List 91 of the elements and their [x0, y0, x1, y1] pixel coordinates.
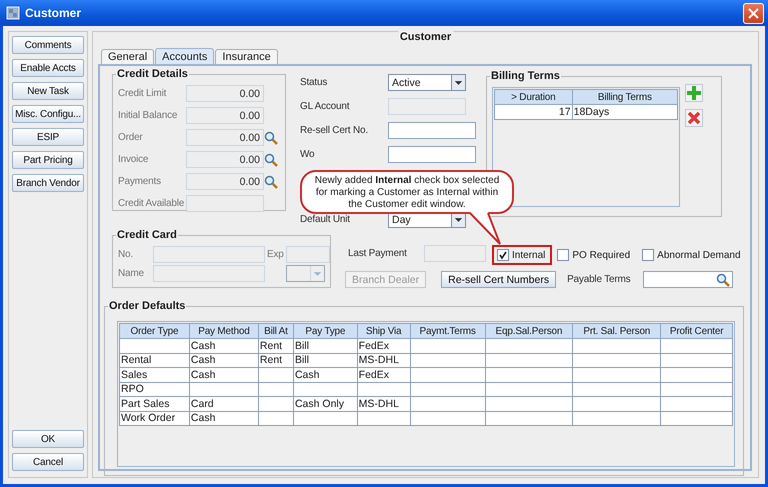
close-button[interactable]	[743, 2, 764, 24]
side-button[interactable]: New Task	[12, 82, 84, 100]
tab[interactable]: General	[101, 49, 154, 64]
table-cell: RPO	[120, 382, 190, 396]
window-title: Customer	[25, 6, 82, 20]
checkbox[interactable]: PO Required	[552, 245, 638, 265]
table-cell: MS-DHL	[357, 396, 410, 411]
field-label: Exp	[267, 249, 285, 260]
table-cell: Cash	[189, 368, 258, 382]
table-cell: Work Order	[120, 411, 190, 426]
field-label: Wo	[300, 149, 316, 160]
action-button[interactable]: Re-sell Cert Numbers	[441, 271, 556, 288]
field-label: GL Account	[300, 101, 350, 112]
field-label: Last Payment	[348, 248, 408, 259]
table-cell: Cash	[189, 411, 258, 426]
table-cell: Sales	[120, 368, 190, 382]
table-cell: Cash	[189, 338, 258, 353]
amount-field: 0.00	[186, 151, 264, 168]
table-cell: FedEx	[357, 338, 410, 353]
table-cell: FedEx	[357, 368, 410, 382]
column-header[interactable]: Profit Center	[660, 324, 732, 338]
amount-field: 0.00	[186, 173, 264, 190]
amount-field: 0.00	[186, 107, 264, 124]
dropdown-arrow-icon	[310, 266, 324, 281]
column-header[interactable]: Bill At	[258, 324, 294, 338]
field-label: Order	[118, 132, 144, 143]
delete-icon[interactable]	[685, 109, 703, 127]
text-field[interactable]	[388, 146, 476, 163]
search-icon[interactable]	[264, 152, 278, 166]
table-cell: Card	[189, 396, 258, 411]
group-title: Credit Card	[116, 229, 178, 241]
dropdown[interactable]: Active	[388, 74, 466, 91]
field-label: Payments	[118, 176, 162, 187]
dialog-button[interactable]: OK	[12, 430, 84, 448]
field-label: Payable Terms	[567, 274, 632, 285]
group-title: Order Defaults	[108, 300, 186, 312]
table-cell: Cash	[293, 368, 358, 382]
field-label: Invoice	[118, 154, 150, 165]
field-label: Default Unit	[300, 214, 351, 225]
tab[interactable]: Accounts	[155, 48, 214, 64]
column-header[interactable]: Billing Terms	[572, 90, 678, 104]
column-header[interactable]: Order Type	[120, 324, 190, 338]
field-label: Credit Limit	[118, 88, 168, 99]
table-cell: MS-DHL	[357, 353, 410, 368]
amount-field: 0.00	[186, 129, 264, 146]
side-button[interactable]: Enable Accts	[12, 59, 84, 77]
column-header[interactable]: Pay Method	[189, 324, 258, 338]
column-header[interactable]: Prt. Sal. Person	[572, 324, 661, 338]
search-icon[interactable]	[264, 174, 278, 188]
search-icon[interactable]	[716, 273, 730, 287]
group-title: Billing Terms	[490, 70, 561, 82]
amount-field: 0.00	[186, 85, 264, 102]
table-cell: Cash	[189, 353, 258, 368]
side-button[interactable]: ESIP	[12, 128, 84, 146]
table-cell: Rent	[258, 338, 294, 353]
field-label: Credit Available	[118, 198, 186, 209]
table-cell: Bill	[293, 353, 358, 368]
search-icon[interactable]	[264, 130, 278, 144]
text-field[interactable]	[388, 122, 476, 139]
field-label: Initial Balance	[118, 110, 178, 121]
table-cell: 18Days	[572, 104, 678, 119]
table-cell: Cash Only	[293, 396, 358, 411]
app-icon	[6, 6, 20, 20]
close-icon[interactable]	[748, 8, 759, 18]
column-header[interactable]: Eqp.Sal.Person	[485, 324, 573, 338]
field-label: Status	[300, 77, 328, 88]
table-cell: Rental	[120, 353, 190, 368]
checkbox[interactable]: Abnormal Demand	[637, 245, 748, 265]
checkmark-icon	[498, 250, 508, 260]
column-header[interactable]: Pay Type	[293, 324, 358, 338]
lookup-field[interactable]	[643, 271, 734, 288]
tab[interactable]: Insurance	[215, 49, 278, 64]
field-label: Re-sell Cert No.	[300, 125, 369, 136]
add-icon[interactable]	[685, 84, 703, 102]
column-header[interactable]: Ship Via	[357, 324, 410, 338]
side-button[interactable]: Comments	[12, 36, 84, 54]
field-label: No.	[118, 249, 134, 260]
table-cell: Bill	[293, 338, 358, 353]
side-button[interactable]: Misc. Configu...	[12, 105, 84, 123]
panel-title: Customer	[398, 31, 454, 43]
field-label: Name	[118, 268, 145, 279]
column-header[interactable]: > Duration	[494, 90, 572, 104]
table-cell: Rent	[258, 353, 294, 368]
side-button[interactable]: Branch Vendor	[12, 174, 84, 192]
checkbox[interactable]: Internal	[492, 245, 552, 265]
table-cell: 17	[494, 104, 572, 119]
table-cell: Part Sales	[120, 396, 190, 411]
dialog-button[interactable]: Cancel	[12, 453, 84, 471]
group-title: Credit Details	[116, 68, 189, 80]
side-button[interactable]: Part Pricing	[12, 151, 84, 169]
column-header[interactable]: Paymt.Terms	[410, 324, 485, 338]
